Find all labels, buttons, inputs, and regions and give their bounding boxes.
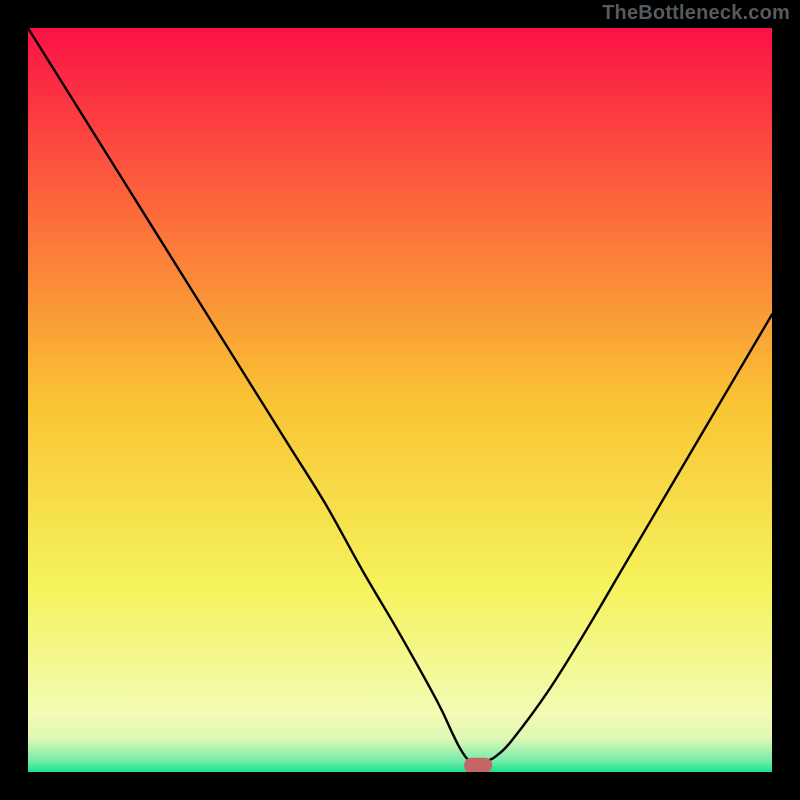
gradient-background xyxy=(28,28,772,772)
optimal-marker xyxy=(464,758,492,772)
bottleneck-chart xyxy=(28,28,772,772)
plot-area xyxy=(28,28,772,772)
chart-frame: TheBottleneck.com xyxy=(0,0,800,800)
attribution-label: TheBottleneck.com xyxy=(602,2,790,25)
